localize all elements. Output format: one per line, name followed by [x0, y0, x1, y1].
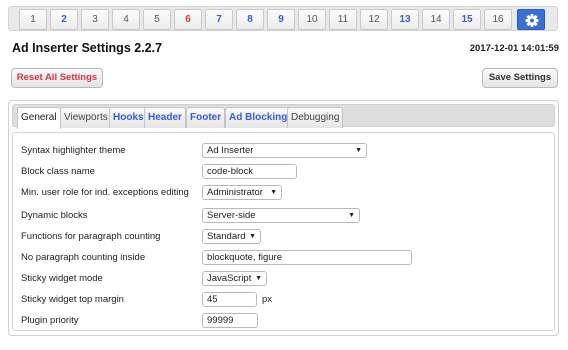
block-class-name-input[interactable]: code-block — [202, 164, 297, 179]
paragraph-functions-label: Functions for paragraph counting — [21, 231, 161, 242]
tab-ad-blocking[interactable]: Ad Blocking — [225, 107, 292, 128]
paragraph-functions-select[interactable]: Standard ▼ — [202, 229, 261, 244]
page-title: Ad Inserter Settings 2.2.7 — [12, 41, 163, 55]
block-tab-6[interactable]: 6 — [174, 9, 202, 30]
block-tab-13[interactable]: 13 — [391, 9, 419, 30]
block-class-name-value: code-block — [207, 166, 253, 177]
sticky-widget-mode-select[interactable]: JavaScript ▼ — [202, 271, 267, 286]
min-user-role-select[interactable]: Administrator ▼ — [202, 185, 282, 200]
tab-general[interactable]: General — [17, 107, 61, 129]
block-tab-2[interactable]: 2 — [50, 9, 78, 30]
syntax-theme-value: Ad Inserter — [207, 145, 254, 156]
chevron-down-icon: ▼ — [255, 275, 262, 282]
block-tab-15[interactable]: 15 — [453, 9, 481, 30]
block-tab-9[interactable]: 9 — [267, 9, 295, 30]
sticky-top-margin-unit: px — [262, 294, 273, 305]
block-tab-11[interactable]: 11 — [329, 9, 357, 30]
block-tab-7[interactable]: 7 — [205, 9, 233, 30]
settings-panel: General Viewports Hooks Header Footer Ad… — [8, 100, 559, 336]
reset-all-settings-button[interactable]: Reset All Settings — [11, 68, 103, 88]
syntax-theme-select[interactable]: Ad Inserter ▼ — [202, 143, 367, 158]
block-tab-10[interactable]: 10 — [298, 9, 326, 30]
block-tab-5[interactable]: 5 — [143, 9, 171, 30]
block-tab-1[interactable]: 1 — [19, 9, 47, 30]
sticky-top-margin-input[interactable]: 45 — [202, 292, 257, 307]
tab-debugging[interactable]: Debugging — [287, 107, 344, 128]
no-paragraph-counting-label: No paragraph counting inside — [21, 252, 146, 263]
tab-viewports[interactable]: Viewports — [60, 107, 112, 128]
sticky-top-margin-value: 45 — [207, 294, 218, 305]
block-tab-bar: 1 2 3 4 5 6 7 8 9 10 11 12 13 14 15 16 — [8, 6, 558, 31]
dynamic-blocks-value: Server-side — [207, 210, 256, 221]
sticky-widget-mode-label: Sticky widget mode — [21, 273, 103, 284]
tab-hooks[interactable]: Hooks — [109, 107, 148, 128]
dynamic-blocks-label: Dynamic blocks — [21, 210, 88, 221]
plugin-priority-label: Plugin priority — [21, 315, 79, 326]
block-tab-8[interactable]: 8 — [236, 9, 264, 30]
plugin-priority-input[interactable]: 99999 — [202, 313, 258, 328]
no-paragraph-counting-input[interactable]: blockquote, figure — [202, 250, 412, 265]
block-tab-12[interactable]: 12 — [360, 9, 388, 30]
block-class-name-label: Block class name — [21, 166, 95, 177]
tab-footer[interactable]: Footer — [186, 107, 226, 128]
plugin-priority-value: 99999 — [207, 315, 234, 326]
block-tab-4[interactable]: 4 — [112, 9, 140, 30]
timestamp: 2017-12-01 14:01:59 — [469, 43, 559, 54]
settings-tab-bar: General Viewports Hooks Header Footer Ad… — [12, 104, 555, 129]
min-user-role-value: Administrator — [207, 187, 263, 198]
paragraph-functions-value: Standard — [207, 231, 246, 242]
sticky-top-margin-label: Sticky widget top margin — [21, 294, 124, 305]
block-tab-14[interactable]: 14 — [422, 9, 450, 30]
settings-tab[interactable] — [517, 9, 545, 30]
chevron-down-icon: ▼ — [348, 212, 355, 219]
sticky-widget-mode-value: JavaScript — [207, 273, 252, 284]
block-tab-3[interactable]: 3 — [81, 9, 109, 30]
general-settings: Syntax highlighter theme Ad Inserter ▼ B… — [12, 132, 555, 331]
dynamic-blocks-select[interactable]: Server-side ▼ — [202, 208, 360, 223]
save-settings-button[interactable]: Save Settings — [482, 68, 558, 88]
chevron-down-icon: ▼ — [355, 147, 362, 154]
no-paragraph-counting-value: blockquote, figure — [207, 252, 282, 263]
chevron-down-icon: ▼ — [270, 189, 277, 196]
block-tab-16[interactable]: 16 — [484, 9, 512, 30]
tab-header[interactable]: Header — [144, 107, 186, 128]
chevron-down-icon: ▼ — [249, 233, 256, 240]
syntax-theme-label: Syntax highlighter theme — [21, 145, 126, 156]
gear-icon — [525, 14, 539, 27]
min-user-role-label: Min. user role for ind. exceptions editi… — [21, 187, 189, 198]
